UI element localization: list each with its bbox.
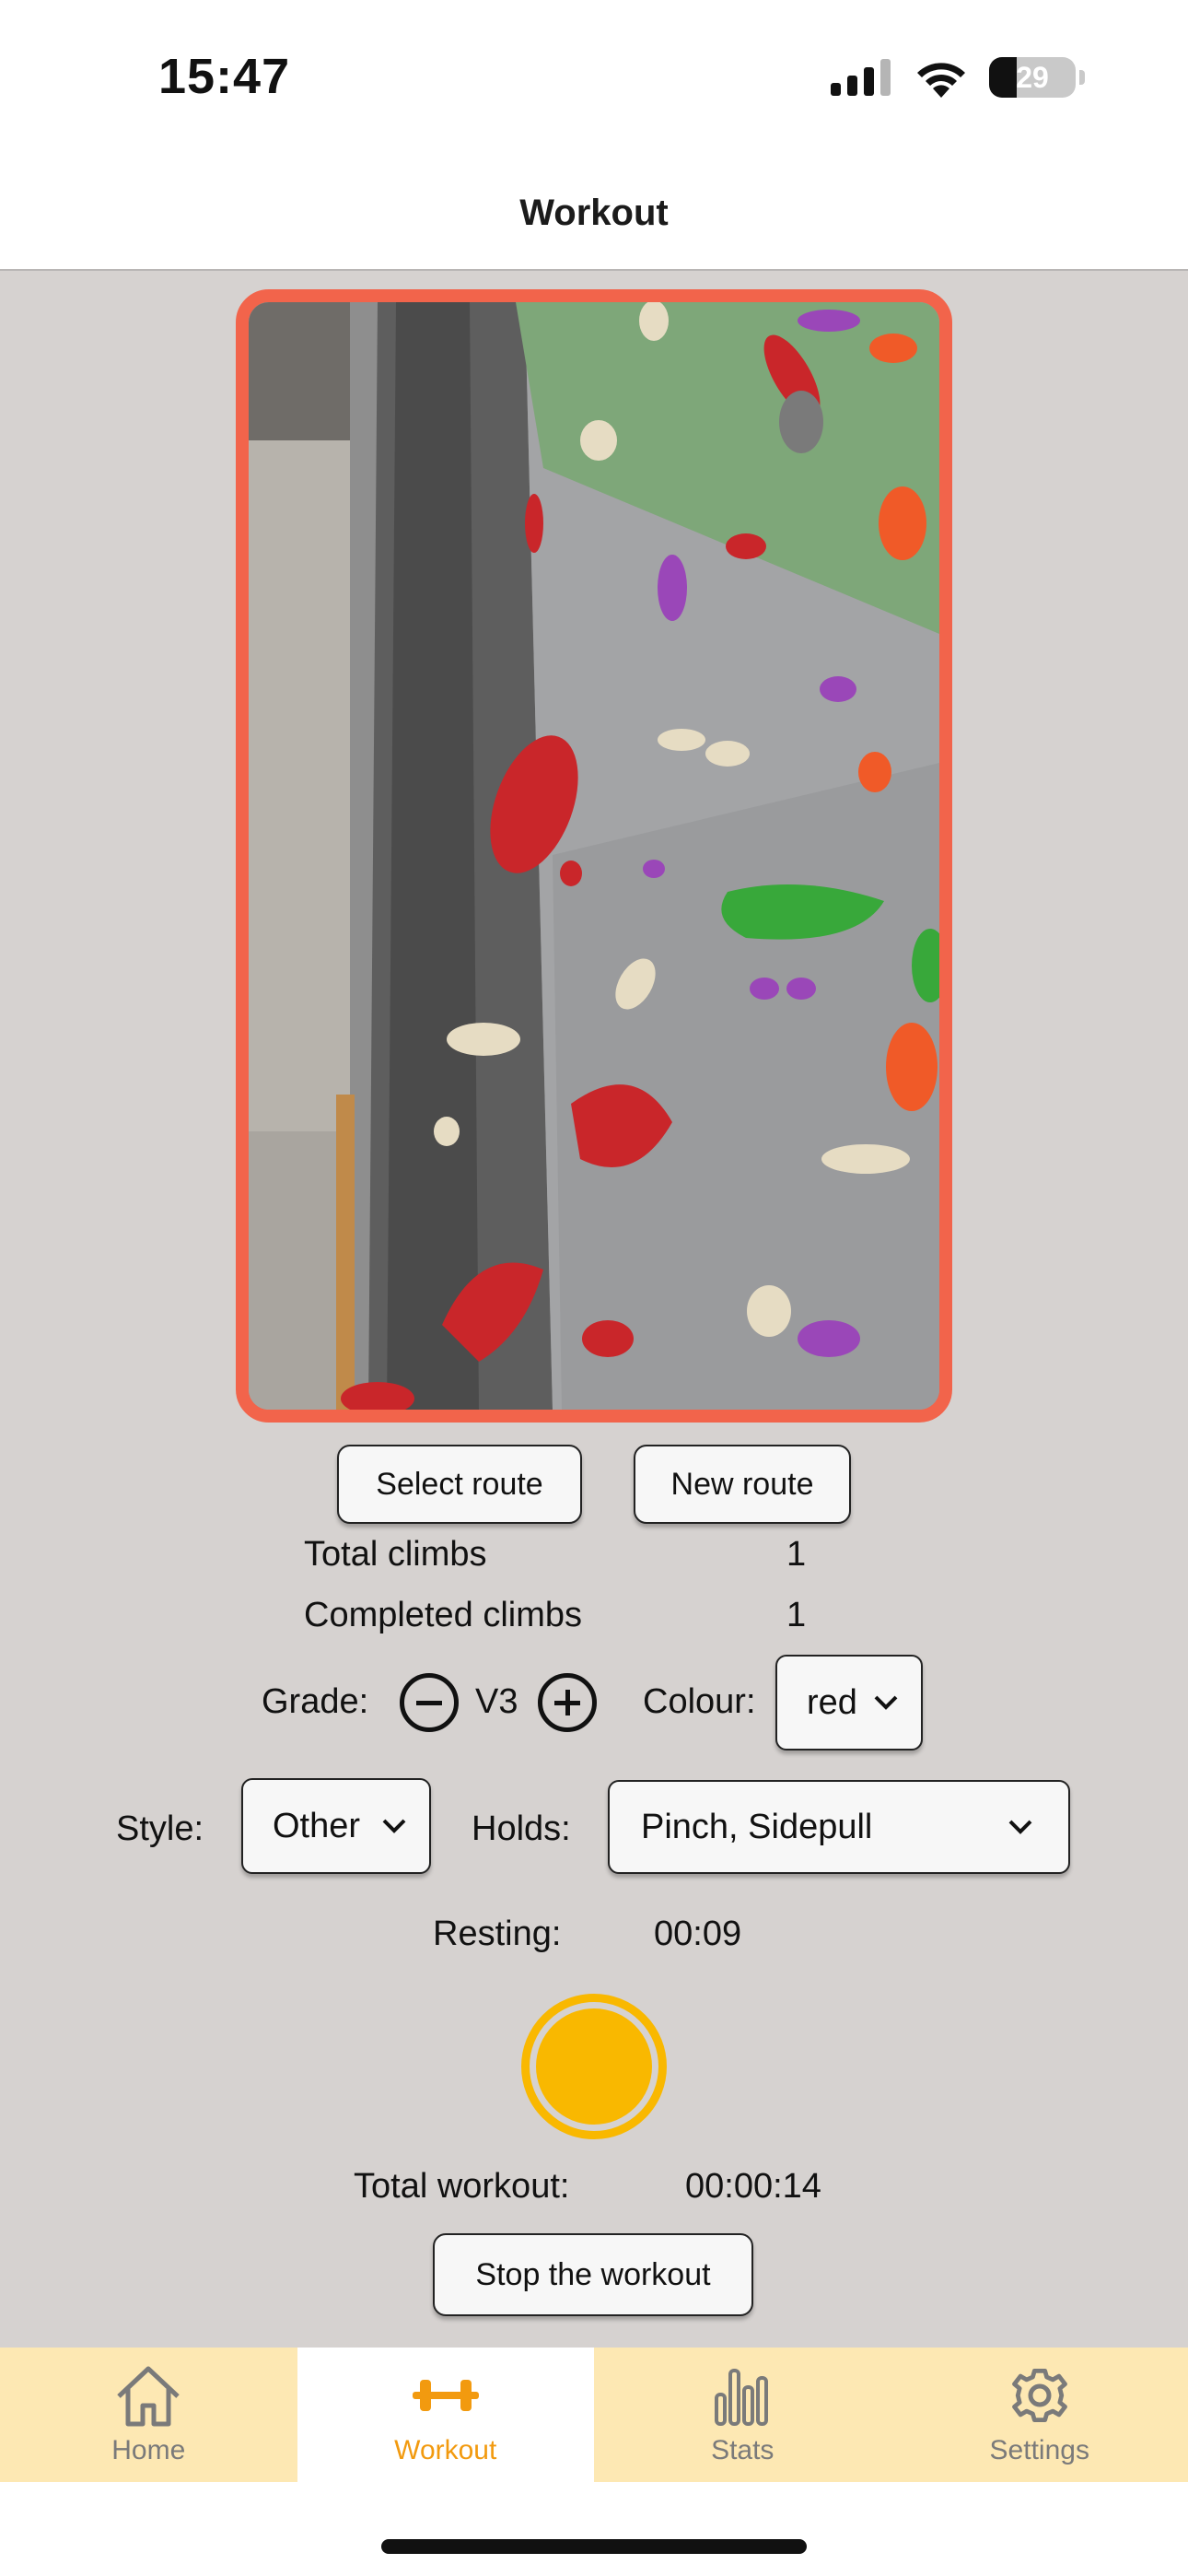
stop-workout-button[interactable]: Stop the workout	[433, 2233, 753, 2316]
home-indicator[interactable]	[381, 2539, 807, 2554]
tab-home[interactable]: Home	[0, 2348, 297, 2482]
total-workout-timer: 00:00:14	[685, 2167, 821, 2206]
tab-stats[interactable]: Stats	[594, 2348, 891, 2482]
tab-workout-label: Workout	[394, 2435, 497, 2465]
style-select[interactable]: Other	[241, 1778, 431, 1874]
tab-workout[interactable]: Workout	[297, 2348, 594, 2482]
resting-label: Resting:	[433, 1914, 562, 1953]
style-label: Style:	[116, 1809, 204, 1848]
resting-timer: 00:09	[654, 1914, 742, 1953]
page-title: Workout	[519, 192, 669, 233]
select-route-button[interactable]: Select route	[337, 1445, 582, 1524]
climbing-wall-image	[249, 302, 939, 1410]
cellular-signal-icon	[831, 59, 891, 96]
minus-icon	[416, 1701, 442, 1705]
navigation-bar: Workout	[0, 157, 1188, 271]
holds-select[interactable]: Pinch, Sidepull	[608, 1780, 1070, 1874]
bar-chart-icon	[715, 2369, 769, 2426]
tab-settings-label: Settings	[989, 2435, 1089, 2465]
colour-select-value: red	[807, 1682, 857, 1722]
chevron-down-icon	[382, 1819, 406, 1833]
route-photo[interactable]	[236, 289, 952, 1423]
total-workout-label: Total workout:	[354, 2167, 570, 2206]
total-climbs-value: 1	[786, 1535, 807, 1574]
tab-bar: Home Workout Stats Settings	[0, 2348, 1188, 2482]
completed-climbs-value: 1	[786, 1596, 807, 1634]
style-select-value: Other	[273, 1806, 361, 1845]
wifi-icon	[917, 63, 965, 98]
new-route-button[interactable]: New route	[634, 1445, 851, 1524]
completed-climbs-label: Completed climbs	[304, 1596, 582, 1634]
tab-settings[interactable]: Settings	[891, 2348, 1188, 2482]
status-icons: 29	[831, 57, 1085, 98]
climb-start-button-fill	[536, 2008, 652, 2125]
status-bar: 15:47 29	[0, 0, 1188, 157]
holds-label: Holds:	[472, 1809, 571, 1848]
chevron-down-icon	[1008, 1820, 1032, 1834]
climb-start-button[interactable]	[521, 1994, 667, 2139]
home-icon	[117, 2366, 180, 2427]
grade-label: Grade:	[262, 1682, 369, 1721]
holds-select-value: Pinch, Sidepull	[641, 1807, 873, 1846]
chevron-down-icon	[874, 1695, 898, 1710]
colour-select[interactable]: red	[775, 1655, 923, 1751]
battery-level: 29	[1016, 60, 1049, 94]
grade-increase-button[interactable]	[538, 1673, 597, 1732]
tab-home-label: Home	[111, 2435, 186, 2465]
grade-value: V3	[475, 1682, 518, 1721]
status-time: 15:47	[158, 49, 291, 104]
tab-stats-label: Stats	[711, 2435, 775, 2465]
dumbbell-icon	[412, 2380, 479, 2411]
colour-label: Colour:	[643, 1682, 756, 1721]
total-climbs-label: Total climbs	[304, 1535, 487, 1574]
home-indicator-area	[0, 2482, 1188, 2576]
gear-icon	[1011, 2369, 1067, 2422]
battery-icon: 29	[989, 57, 1076, 98]
plus-icon	[554, 1690, 580, 1715]
grade-decrease-button[interactable]	[400, 1673, 459, 1732]
